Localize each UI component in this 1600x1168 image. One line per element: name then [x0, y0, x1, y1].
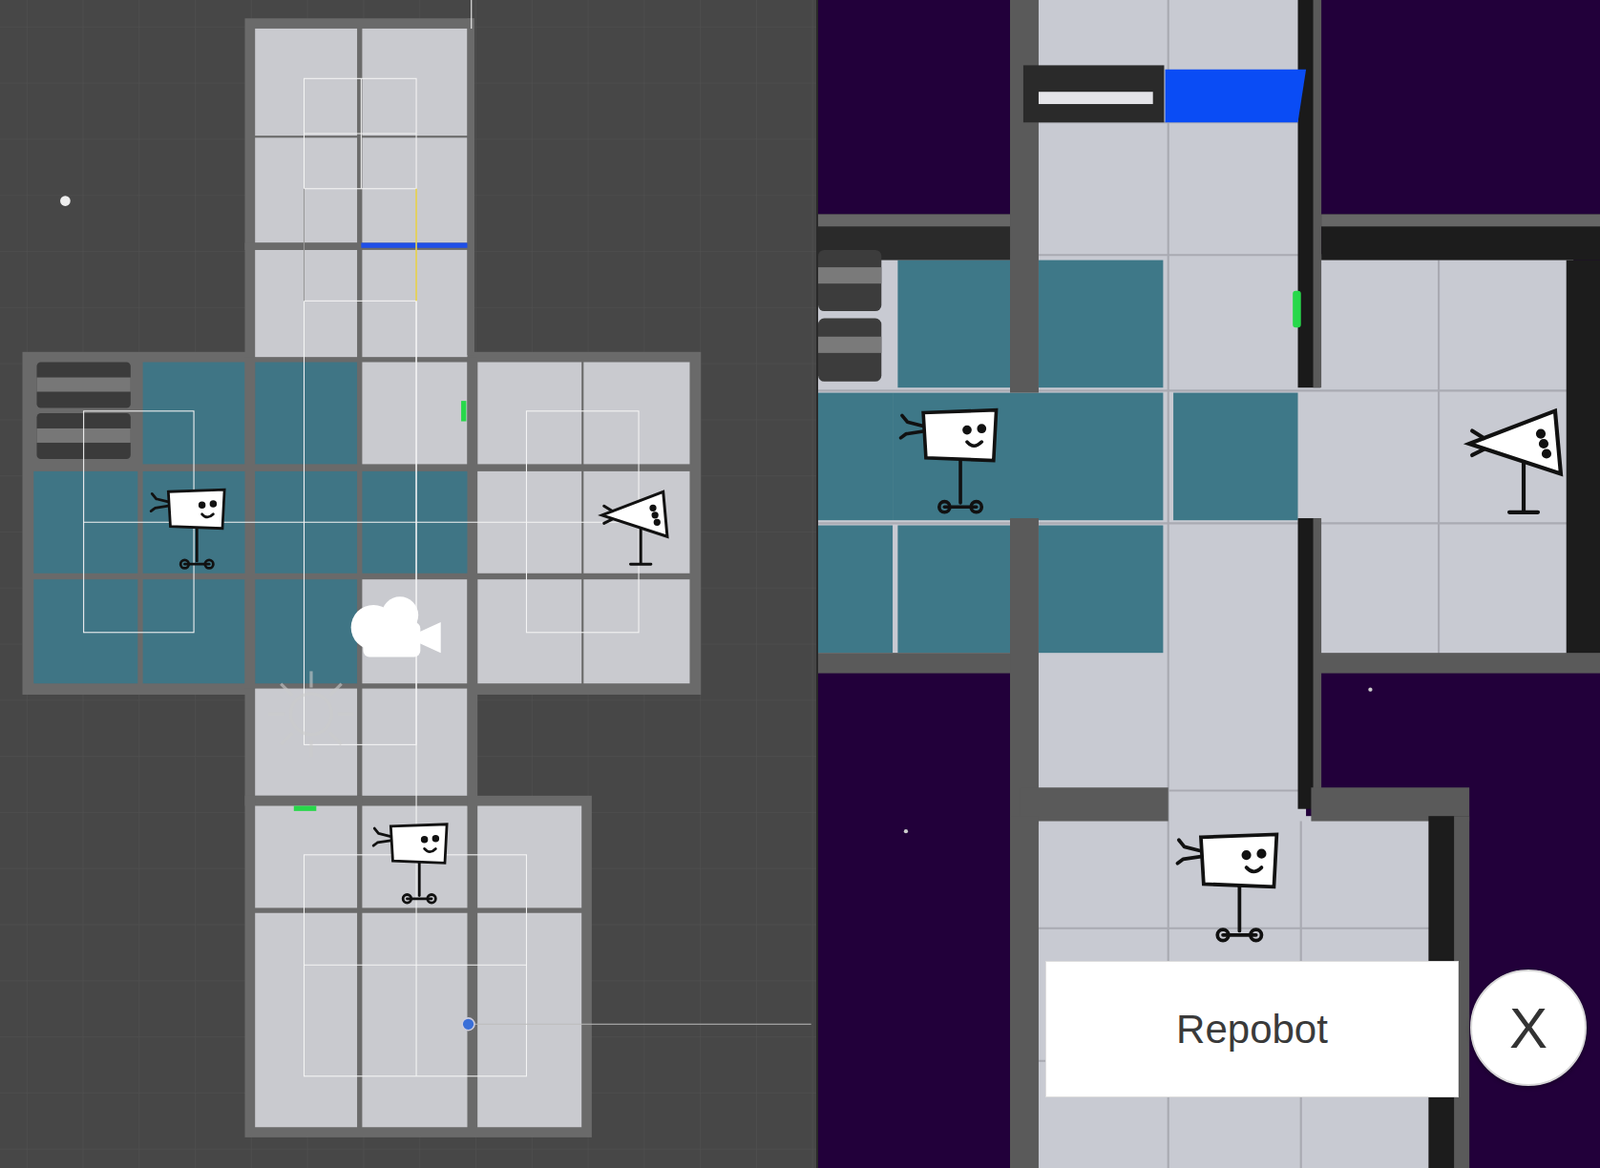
floor-tile — [361, 579, 467, 684]
water-tile — [1038, 260, 1163, 389]
floor-tile — [583, 361, 690, 464]
floor-tile — [254, 137, 358, 243]
robot-icon[interactable] — [373, 824, 447, 904]
robot-icon[interactable] — [150, 489, 225, 569]
scene-view[interactable] — [0, 0, 817, 1168]
panel-divider[interactable] — [816, 0, 819, 1168]
floor-tile — [477, 1020, 582, 1128]
floor-tile — [361, 913, 467, 1021]
water-tile — [1173, 393, 1298, 522]
sun-icon[interactable] — [268, 671, 355, 758]
game-view[interactable]: Repobot X — [818, 0, 1600, 1168]
water-tile — [892, 393, 1163, 522]
floor-tile — [361, 689, 467, 797]
water-tile — [897, 260, 1020, 389]
water-tile — [818, 526, 893, 654]
floor-tile — [361, 28, 467, 136]
water-tile — [254, 579, 358, 684]
water-tile — [33, 579, 138, 684]
floor-tile — [254, 806, 358, 909]
scene-canvas[interactable] — [0, 0, 817, 1168]
floor-tile — [361, 137, 467, 243]
camera-icon[interactable] — [351, 596, 442, 657]
water-tile — [254, 361, 358, 464]
unity-editor: Repobot X — [0, 0, 1600, 1168]
pivot-handle[interactable] — [462, 1018, 475, 1032]
water-tile — [818, 393, 893, 522]
robot-icon[interactable] — [900, 410, 996, 513]
gizmo-lines — [84, 0, 812, 1077]
floor-tile — [361, 806, 467, 909]
robot-icon[interactable] — [1177, 834, 1277, 941]
goal-flag-icon[interactable] — [602, 491, 668, 565]
floor-tile — [254, 28, 358, 136]
floor-tile — [254, 689, 358, 797]
door[interactable] — [1165, 69, 1307, 124]
name-label: Repobot — [1045, 961, 1459, 1098]
gizmo-line — [415, 189, 418, 302]
star — [1368, 688, 1372, 693]
floor-tile — [254, 250, 358, 358]
floor-tile — [361, 361, 467, 464]
floor-tile — [477, 579, 582, 684]
name-text: Repobot — [1176, 1007, 1328, 1053]
floor-tile — [254, 1020, 358, 1128]
floor-tile — [477, 913, 582, 1021]
close-button[interactable]: X — [1470, 969, 1587, 1087]
water-tile — [1038, 526, 1163, 654]
floor-tile — [583, 579, 690, 684]
floor-tile — [361, 1020, 467, 1128]
floor-tile — [361, 250, 467, 358]
light-icon[interactable] — [60, 195, 71, 207]
barrels — [818, 250, 882, 382]
switch[interactable] — [461, 400, 466, 422]
star — [904, 829, 908, 834]
water-tile — [897, 526, 1020, 654]
floor-tile — [254, 913, 358, 1021]
floor — [818, 0, 1574, 1168]
inner-walls — [245, 18, 479, 806]
walls — [818, 0, 1600, 1168]
door[interactable] — [360, 242, 467, 248]
room-walls — [22, 18, 702, 1138]
switch[interactable] — [1292, 291, 1302, 328]
floor-tile — [477, 806, 582, 909]
floor-grid — [818, 0, 1572, 1168]
switch[interactable] — [294, 806, 317, 812]
floor-tile — [477, 361, 582, 464]
goal-flag-icon[interactable] — [1469, 411, 1561, 513]
